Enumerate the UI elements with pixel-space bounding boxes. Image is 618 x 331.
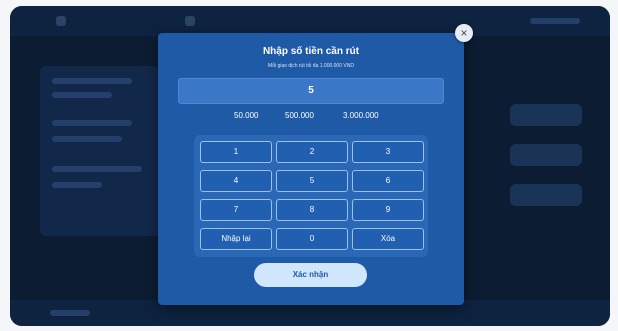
key-3[interactable]: 3 [352,141,424,163]
close-icon[interactable]: × [455,24,473,42]
keypad: 1 2 3 4 5 6 7 8 9 Nhập lại 0 Xóa [194,135,428,257]
background-option-button [510,184,582,206]
key-4[interactable]: 4 [200,170,272,192]
delete-button[interactable]: Xóa [352,228,424,250]
key-6[interactable]: 6 [352,170,424,192]
dialog-subtitle: Mỗi giao dịch rút tối đa 1.000.000 VND [268,63,354,69]
confirm-button[interactable]: Xác nhận [254,263,367,287]
amount-input[interactable]: 5 [178,78,444,104]
key-0[interactable]: 0 [276,228,348,250]
key-2[interactable]: 2 [276,141,348,163]
background-header [10,6,610,36]
background-menu-icon [185,16,195,26]
quick-amount-500000[interactable]: 500.000 [285,111,314,120]
background-text-line [52,166,142,172]
background-home-icon [56,16,66,26]
quick-amount-50000[interactable]: 50.000 [234,111,258,120]
background-option-button [510,104,582,126]
background-text-line [52,136,122,142]
reset-button[interactable]: Nhập lại [200,228,272,250]
background-text-line [52,92,112,98]
background-text-line [52,182,102,188]
key-5[interactable]: 5 [276,170,348,192]
withdraw-amount-dialog: Nhập số tiền cần rút Mỗi giao dịch rút t… [158,33,464,305]
key-9[interactable]: 9 [352,199,424,221]
background-footer-text [50,310,90,316]
background-option-button [510,144,582,166]
quick-amount-3000000[interactable]: 3.000.000 [343,111,379,120]
key-7[interactable]: 7 [200,199,272,221]
dialog-title: Nhập số tiền cần rút [262,46,360,57]
background-header-text [530,18,580,24]
background-side-panel [40,66,160,236]
key-1[interactable]: 1 [200,141,272,163]
background-text-line [52,78,132,84]
key-8[interactable]: 8 [276,199,348,221]
background-text-line [52,120,132,126]
